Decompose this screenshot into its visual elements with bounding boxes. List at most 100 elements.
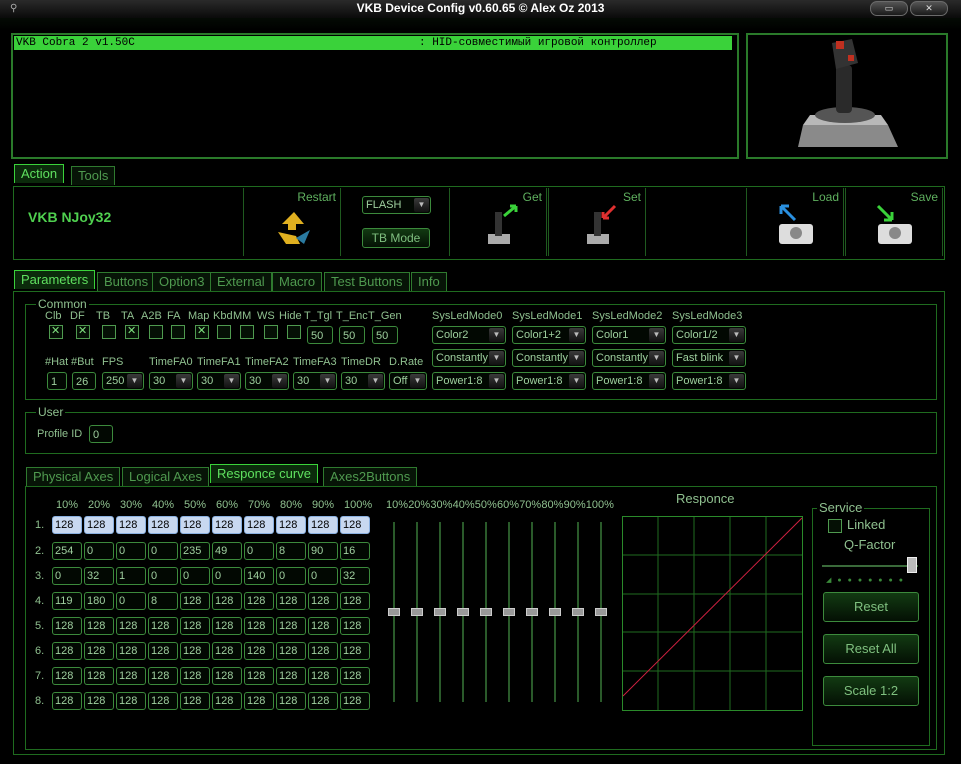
curve-cell[interactable]: 128 [276, 667, 306, 685]
tab-info[interactable]: Info [411, 272, 447, 291]
curve-cell[interactable]: 128 [148, 667, 178, 685]
curve-cell[interactable]: 128 [340, 516, 370, 534]
curve-cell[interactable]: 128 [52, 642, 82, 660]
but-field[interactable]: 26 [72, 372, 96, 390]
curve-cell[interactable]: 8 [276, 542, 306, 560]
checkbox-tb[interactable] [102, 325, 116, 339]
curve-cell[interactable]: 128 [308, 592, 338, 610]
curve-cell[interactable]: 128 [340, 667, 370, 685]
sysled-3-select-0[interactable]: Color1/2 ▼ [672, 326, 746, 344]
curve-cell[interactable]: 0 [180, 567, 210, 585]
qfactor-track[interactable] [822, 565, 918, 567]
save-button[interactable]: Save [845, 188, 943, 256]
curve-cell[interactable]: 128 [84, 516, 114, 534]
curve-cell[interactable]: 0 [84, 542, 114, 560]
curve-cell[interactable]: 128 [340, 642, 370, 660]
device-list[interactable]: VKB Cobra 2 v1.50C : HID-совместимый игр… [11, 33, 739, 159]
tab-test-buttons[interactable]: Test Buttons [324, 272, 410, 291]
checkbox-mm[interactable] [240, 325, 254, 339]
curve-cell[interactable]: 128 [180, 592, 210, 610]
sysled-3-select-1[interactable]: Fast blink ▼ [672, 349, 746, 367]
curve-cell[interactable]: 128 [308, 642, 338, 660]
qfactor-slider-thumb[interactable] [907, 557, 917, 573]
tab-action[interactable]: Action [14, 164, 65, 183]
curve-cell[interactable]: 128 [180, 516, 210, 534]
t-field-2[interactable]: 50 [372, 326, 398, 344]
curve-cell[interactable]: 128 [308, 667, 338, 685]
sysled-0-select-1[interactable]: Constantly ▼ [432, 349, 506, 367]
checkbox-a2b[interactable] [149, 325, 163, 339]
curve-cell[interactable]: 128 [116, 667, 146, 685]
sysled-1-select-2[interactable]: Power1:8 ▼ [512, 372, 586, 390]
curve-cell[interactable]: 128 [244, 692, 274, 710]
linked-checkbox[interactable] [828, 519, 842, 533]
sysled-1-select-1[interactable]: Constantly ▼ [512, 349, 586, 367]
curve-cell[interactable]: 128 [52, 516, 82, 534]
t-field-1[interactable]: 50 [339, 326, 365, 344]
curve-cell[interactable]: 8 [148, 592, 178, 610]
curve-cell[interactable]: 0 [212, 567, 242, 585]
time-select-1[interactable]: 30 ▼ [197, 372, 241, 390]
scale-button[interactable]: Scale 1:2 [823, 676, 919, 706]
curve-cell[interactable]: 128 [180, 667, 210, 685]
load-button[interactable]: Load [746, 188, 844, 256]
slider-thumb-7[interactable] [549, 608, 561, 616]
curve-cell[interactable]: 119 [52, 592, 82, 610]
curve-cell[interactable]: 0 [244, 542, 274, 560]
curve-cell[interactable]: 128 [212, 617, 242, 635]
close-button[interactable]: ✕ [910, 1, 948, 16]
curve-cell[interactable]: 254 [52, 542, 82, 560]
get-button[interactable]: Get [449, 188, 547, 256]
slider-thumb-6[interactable] [526, 608, 538, 616]
device-row[interactable]: VKB Cobra 2 v1.50C : HID-совместимый игр… [14, 36, 732, 50]
curve-cell[interactable]: 1 [116, 567, 146, 585]
flash-select[interactable]: FLASH ▼ [362, 196, 431, 214]
sysled-0-select-2[interactable]: Power1:8 ▼ [432, 372, 506, 390]
tab-parameters[interactable]: Parameters [14, 270, 96, 289]
curve-cell[interactable]: 128 [276, 516, 306, 534]
tab-responce-curve[interactable]: Responce curve [210, 464, 318, 483]
curve-cell[interactable]: 128 [276, 617, 306, 635]
tab-macro[interactable]: Macro [272, 272, 323, 291]
curve-cell[interactable]: 128 [340, 692, 370, 710]
minimize-button[interactable]: ▭ [870, 1, 908, 16]
curve-cell[interactable]: 32 [84, 567, 114, 585]
curve-cell[interactable]: 128 [308, 692, 338, 710]
curve-cell[interactable]: 128 [308, 516, 338, 534]
tab-option3[interactable]: Option3 [152, 272, 212, 291]
curve-cell[interactable]: 128 [84, 667, 114, 685]
curve-cell[interactable]: 128 [340, 592, 370, 610]
curve-cell[interactable]: 128 [212, 592, 242, 610]
slider-thumb-8[interactable] [572, 608, 584, 616]
curve-cell[interactable]: 0 [276, 567, 306, 585]
curve-cell[interactable]: 128 [308, 617, 338, 635]
curve-cell[interactable]: 128 [244, 617, 274, 635]
checkbox-kbd[interactable] [217, 325, 231, 339]
tab-physical-axes[interactable]: Physical Axes [26, 467, 121, 486]
curve-cell[interactable]: 140 [244, 567, 274, 585]
curve-cell[interactable]: 180 [84, 592, 114, 610]
curve-cell[interactable]: 128 [84, 617, 114, 635]
curve-cell[interactable]: 128 [276, 692, 306, 710]
sysled-0-select-0[interactable]: Color2 ▼ [432, 326, 506, 344]
curve-cell[interactable]: 128 [84, 692, 114, 710]
curve-cell[interactable]: 0 [52, 567, 82, 585]
curve-cell[interactable]: 32 [340, 567, 370, 585]
fps-select[interactable]: 250 ▼ [102, 372, 144, 390]
curve-cell[interactable]: 128 [276, 642, 306, 660]
sysled-3-select-2[interactable]: Power1:8 ▼ [672, 372, 746, 390]
curve-cell[interactable]: 128 [52, 692, 82, 710]
time-select-4[interactable]: 30 ▼ [341, 372, 385, 390]
curve-cell[interactable]: 128 [340, 617, 370, 635]
curve-cell[interactable]: 128 [148, 642, 178, 660]
time-select-0[interactable]: 30 ▼ [149, 372, 193, 390]
t-field-0[interactable]: 50 [307, 326, 333, 344]
set-button[interactable]: Set [548, 188, 646, 256]
curve-cell[interactable]: 128 [276, 592, 306, 610]
sysled-2-select-1[interactable]: Constantly ▼ [592, 349, 666, 367]
tab-axes2buttons[interactable]: Axes2Buttons [323, 467, 418, 486]
curve-cell[interactable]: 128 [148, 617, 178, 635]
sysled-1-select-0[interactable]: Color1+2 ▼ [512, 326, 586, 344]
curve-cell[interactable]: 128 [212, 692, 242, 710]
time-select-3[interactable]: 30 ▼ [293, 372, 337, 390]
